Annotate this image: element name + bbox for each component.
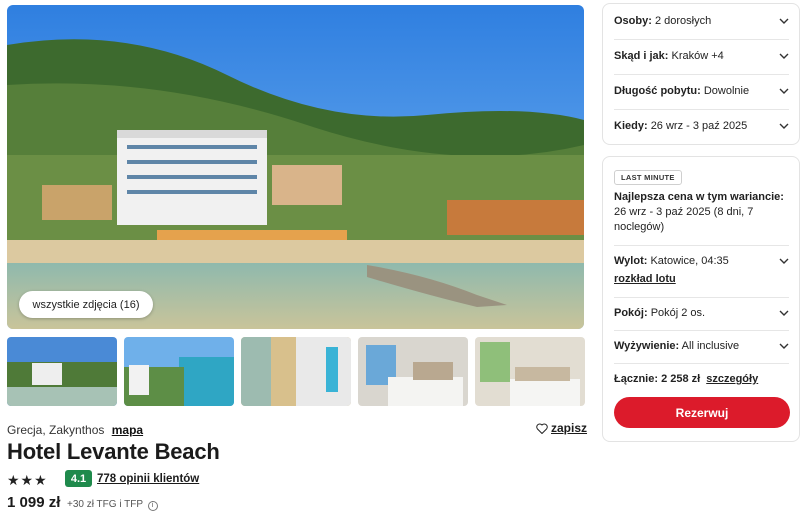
chevron-down-icon xyxy=(779,123,789,129)
filter-persons[interactable]: Osoby: 2 dorosłych xyxy=(614,15,789,27)
room-row[interactable]: Pokój: Pokój 2 os. xyxy=(614,307,789,319)
map-link[interactable]: mapa xyxy=(112,423,143,437)
filter-label: Kiedy: xyxy=(614,120,648,132)
divider xyxy=(614,39,789,40)
board-row[interactable]: Wyżywienie: All inclusive xyxy=(614,340,789,352)
filter-label: Długość pobytu: xyxy=(614,85,701,97)
price-extra: +30 zł TFG i TFP i xyxy=(67,499,158,511)
star-rating: ★★★ xyxy=(7,472,48,488)
flight-schedule-link[interactable]: rozkład lotu xyxy=(614,273,789,285)
save-label: zapisz xyxy=(551,421,588,435)
location-text: Grecja, Zakynthos xyxy=(7,423,105,437)
best-price-dates: 26 wrz - 3 paź 2025 (8 dni, 7 noclegów) xyxy=(614,206,754,233)
filter-dates[interactable]: Kiedy: 26 wrz - 3 paź 2025 xyxy=(614,120,789,132)
all-photos-button[interactable]: wszystkie zdjęcia (16) xyxy=(19,291,153,318)
hotel-location: Grecja, Zakynthos mapa xyxy=(7,423,143,437)
departure-row[interactable]: Wylot: Katowice, 04:35 xyxy=(614,255,789,267)
last-minute-badge: LAST MINUTE xyxy=(614,170,682,185)
hotel-name: Hotel Levante Beach xyxy=(7,439,220,464)
price: 1 099 zł xyxy=(7,494,61,511)
heart-icon xyxy=(536,423,548,434)
details-link[interactable]: szczegóły xyxy=(706,373,758,385)
filter-value: Dowolnie xyxy=(703,85,750,97)
thumbnail-4[interactable] xyxy=(358,337,468,406)
filter-value: 26 wrz - 3 paź 2025 xyxy=(650,120,748,132)
divider xyxy=(614,297,789,298)
reviews-link[interactable]: 778 opinii klientów xyxy=(97,473,199,485)
total-price: Łącznie: 2 258 zł xyxy=(614,373,701,385)
chevron-down-icon xyxy=(779,258,789,264)
divider xyxy=(614,74,789,75)
chevron-down-icon xyxy=(779,53,789,59)
filter-label: Osoby: xyxy=(614,15,652,27)
filter-duration[interactable]: Długość pobytu: Dowolnie xyxy=(614,85,789,97)
thumbnail-2[interactable] xyxy=(124,337,234,406)
room-label: Pokój: xyxy=(614,307,648,319)
chevron-down-icon xyxy=(779,88,789,94)
departure-value: Katowice, 04:35 xyxy=(650,255,729,267)
info-icon[interactable]: i xyxy=(147,501,158,511)
board-label: Wyżywienie: xyxy=(614,340,680,352)
best-price-title: Najlepsza cena w tym wariancie: xyxy=(614,191,784,203)
total-row: Łącznie: 2 258 zł szczegóły xyxy=(614,373,789,385)
filter-label: Skąd i jak: xyxy=(614,50,669,62)
thumbnail-5[interactable] xyxy=(475,337,585,406)
divider xyxy=(614,109,789,110)
filter-departure[interactable]: Skąd i jak: Kraków +4 xyxy=(614,50,789,62)
reserve-button[interactable]: Rezerwuj xyxy=(614,397,790,428)
departure-label: Wylot: xyxy=(614,255,648,267)
save-button[interactable]: zapisz xyxy=(536,421,587,435)
main-photo[interactable] xyxy=(7,5,584,329)
thumbnail-1[interactable] xyxy=(7,337,117,406)
divider xyxy=(614,330,789,331)
filter-value: 2 dorosłych xyxy=(654,15,712,27)
room-value: Pokój 2 os. xyxy=(650,307,706,319)
divider xyxy=(614,363,789,364)
price-extra-text: +30 zł TFG i TFP xyxy=(67,499,143,510)
chevron-down-icon xyxy=(779,18,789,24)
offer-panel: LAST MINUTE Najlepsza cena w tym warianc… xyxy=(602,156,800,442)
divider xyxy=(614,245,789,246)
filter-value: Kraków +4 xyxy=(671,50,724,62)
chevron-down-icon xyxy=(779,310,789,316)
best-price-info: Najlepsza cena w tym wariancie: 26 wrz -… xyxy=(614,190,789,235)
rating-badge: 4.1 xyxy=(65,470,92,487)
thumbnail-3[interactable] xyxy=(241,337,351,406)
board-value: All inclusive xyxy=(681,340,740,352)
chevron-down-icon xyxy=(779,343,789,349)
filters-panel: Osoby: 2 dorosłych Skąd i jak: Kraków +4… xyxy=(602,3,800,145)
